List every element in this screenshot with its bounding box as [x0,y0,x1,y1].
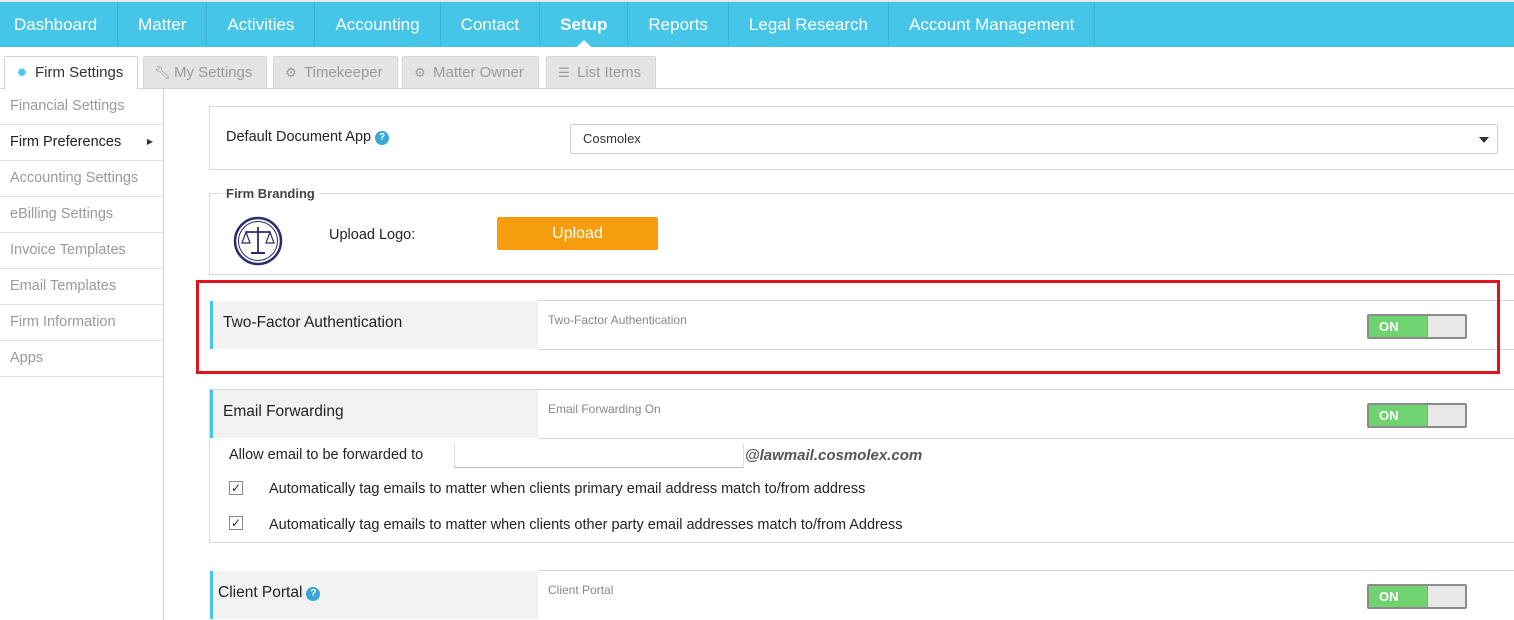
document-app-label-text: Default Document App [226,129,372,145]
tab-firm-settings[interactable]: ✹ Firm Settings [4,56,139,90]
sidebar-item-label: Firm Preferences [10,134,122,150]
tab-label: Matter Owner [433,64,524,81]
firm-logo [233,216,283,266]
help-icon[interactable]: ? [375,131,390,145]
document-app-selected: Cosmolex [583,131,641,146]
nav-setup[interactable]: Setup [540,2,629,47]
toggle-on-label: ON [1369,405,1427,426]
sidebar-item-firm-preferences[interactable]: Firm Preferences ▶ [0,125,163,161]
document-app-label: Default Document App? [226,129,390,145]
tab-label: My Settings [174,64,253,81]
top-nav: Dashboard Matter Activities Accounting C… [0,0,1514,47]
upload-logo-label: Upload Logo: [329,227,416,243]
forward-label: Allow email to be forwarded to [229,447,424,463]
tab-timekeeper[interactable]: ⚙ Timekeeper [273,56,398,89]
other-party-checkbox[interactable]: ✓ [229,516,243,530]
sidebar-item-invoice-templates[interactable]: Invoice Templates [0,233,163,269]
gear-icon: ⚙ [414,65,426,80]
document-app-select[interactable]: Cosmolex [570,124,1498,154]
sidebar-item-accounting-settings[interactable]: Accounting Settings [0,161,163,197]
nav-dashboard[interactable]: Dashboard [0,2,119,47]
toggle-knob [1427,405,1465,426]
primary-email-label: Automatically tag emails to matter when … [269,481,866,497]
nav-reports[interactable]: Reports [628,2,729,47]
tab-my-settings[interactable]: 🔧︎ My Settings [143,56,268,89]
sidebar-item-apps[interactable]: Apps [0,341,163,377]
tab-label: List Items [577,64,642,81]
sidebar-item-ebilling-settings[interactable]: eBilling Settings [0,197,163,233]
sidebar-item-firm-information[interactable]: Firm Information [0,305,163,341]
toggle-on-label: ON [1369,586,1427,607]
email-forwarding-title: Email Forwarding [210,390,538,438]
nav-legal-research[interactable]: Legal Research [729,2,889,47]
nav-account-management[interactable]: Account Management [889,2,1096,47]
forward-domain: @lawmail.cosmolex.com [745,447,923,464]
email-forwarding-description: Email Forwarding On [548,402,661,416]
sidebar: Financial Settings Firm Preferences ▶ Ac… [0,89,164,620]
caret-right-icon: ▶ [146,137,153,146]
client-portal-title-text: Client Portal [218,584,303,601]
nav-contact[interactable]: Contact [441,2,541,47]
forward-address-input[interactable] [454,444,744,468]
divider [538,438,1514,439]
chevron-down-icon [1479,137,1489,143]
email-forwarding-toggle[interactable]: ON [1367,403,1467,428]
sidebar-item-email-templates[interactable]: Email Templates [0,269,163,305]
upload-button[interactable]: Upload [497,217,658,250]
list-icon: ☰ [558,65,570,80]
primary-email-checkbox[interactable]: ✓ [229,481,243,495]
divider [538,570,1514,571]
client-portal-toggle[interactable]: ON [1367,584,1467,609]
tab-label: Timekeeper [304,64,383,81]
nav-matter[interactable]: Matter [118,2,208,47]
tab-list-items[interactable]: ☰ List Items [546,56,657,89]
sidebar-item-financial-settings[interactable]: Financial Settings [0,89,163,125]
firm-branding-legend: Firm Branding [222,186,319,201]
tab-matter-owner[interactable]: ⚙ Matter Owner [402,56,539,89]
toggle-knob [1427,586,1465,607]
wrench-icon: 🔧︎ [154,65,171,80]
nav-accounting[interactable]: Accounting [315,2,441,47]
tab-label: Firm Settings [35,64,124,81]
client-portal-description: Client Portal [548,583,614,597]
gear-badge-icon: ✹ [16,65,28,80]
gears-icon: ⚙ [285,65,297,80]
client-portal-title: Client Portal? [210,571,538,619]
highlight-box [196,280,1500,374]
other-party-label: Automatically tag emails to matter when … [269,517,903,533]
help-icon[interactable]: ? [306,587,321,601]
nav-activities[interactable]: Activities [207,2,316,47]
settings-tabs: ✹ Firm Settings 🔧︎ My Settings ⚙ Timekeeper… [0,47,1514,90]
